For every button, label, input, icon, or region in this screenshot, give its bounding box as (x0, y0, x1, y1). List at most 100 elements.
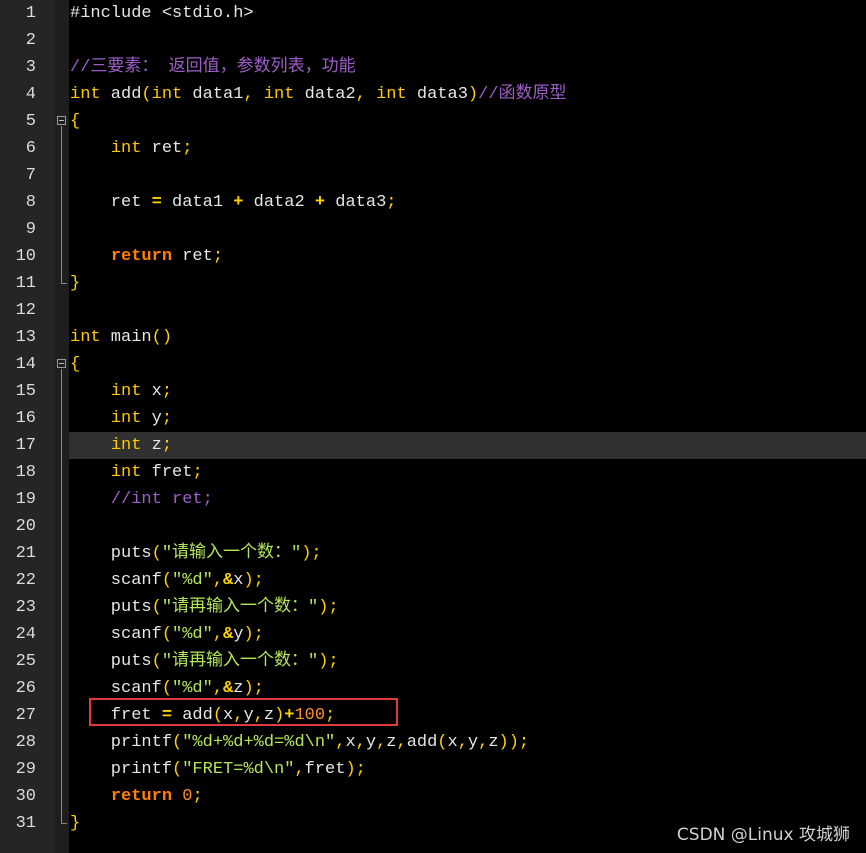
code-token: , (212, 625, 224, 644)
code-text[interactable]: int z; (70, 432, 172, 459)
code-token: y (365, 733, 377, 752)
code-text[interactable]: #include <stdio.h> (70, 0, 254, 27)
code-line[interactable]: 11} (0, 270, 866, 297)
code-line[interactable]: 20 (0, 513, 866, 540)
code-text[interactable]: { (70, 108, 80, 135)
code-text[interactable]: scanf("%d",&y); (70, 621, 264, 648)
code-token: ( (172, 760, 183, 779)
fold-toggle-icon[interactable] (57, 359, 66, 368)
code-line[interactable]: 2 (0, 27, 866, 54)
code-line[interactable]: 17 int z; (0, 432, 866, 459)
code-line[interactable]: 10 return ret; (0, 243, 866, 270)
code-line[interactable]: 30 return 0; (0, 783, 866, 810)
code-line[interactable]: 8 ret = data1 + data2 + data3; (0, 189, 866, 216)
code-token: "%d" (172, 571, 213, 590)
line-number: 21 (15, 544, 36, 563)
code-token: //int ret; (110, 490, 213, 509)
code-line[interactable]: 16 int y; (0, 405, 866, 432)
code-text[interactable]: int fret; (70, 459, 203, 486)
fold-toggle-icon[interactable] (57, 116, 66, 125)
code-text[interactable]: puts("请再输入一个数："); (70, 648, 339, 675)
code-text[interactable]: int main() (70, 324, 172, 351)
code-token: int (110, 409, 142, 428)
code-line[interactable]: 14 { (0, 351, 866, 378)
code-line[interactable]: 1 #include <stdio.h> (0, 0, 866, 27)
code-token: , (457, 733, 468, 752)
line-number: 28 (15, 733, 36, 752)
code-line[interactable]: 13 int main() (0, 324, 866, 351)
code-token: ); (318, 598, 339, 617)
code-text[interactable]: int ret; (70, 135, 193, 162)
code-text[interactable]: } (70, 810, 80, 837)
code-line[interactable]: 29 printf("FRET=%d\n",fret); (0, 756, 866, 783)
code-token: data2 (243, 193, 315, 212)
code-line[interactable]: 9 (0, 216, 866, 243)
code-token: printf (70, 733, 173, 752)
code-text[interactable]: return ret; (70, 243, 223, 270)
code-line[interactable]: 18 int fret; (0, 459, 866, 486)
code-token: () (151, 328, 173, 347)
code-text[interactable]: int add(int data1, int data2, int data3)… (70, 81, 567, 108)
fold-end-marker (61, 283, 67, 284)
code-line[interactable]: 22 scanf("%d",&x); (0, 567, 866, 594)
code-line[interactable]: 7 (0, 162, 866, 189)
code-line[interactable]: 23 puts("请再输入一个数："); (0, 594, 866, 621)
code-token: ; (212, 247, 224, 266)
code-token: "请再输入一个数：" (161, 598, 319, 617)
current-line-highlight (69, 432, 866, 459)
code-line[interactable]: 5{ (0, 108, 866, 135)
code-text[interactable]: { (70, 351, 80, 378)
code-text[interactable]: int x; (70, 378, 172, 405)
fold-end-marker (61, 823, 67, 824)
code-line[interactable]: 21 puts("请输入一个数："); (0, 540, 866, 567)
code-text[interactable]: return 0; (70, 783, 203, 810)
code-token: "请再输入一个数：" (161, 652, 319, 671)
code-line[interactable]: 4 int add(int data1, int data2, int data3… (0, 81, 866, 108)
code-token: int (376, 85, 407, 104)
code-token: , (243, 85, 254, 104)
code-token: ); (243, 679, 264, 698)
code-text[interactable]: //三要素： 返回值，参数列表，功能 (70, 54, 356, 81)
code-line[interactable]: 25 puts("请再输入一个数："); (0, 648, 866, 675)
code-token: "请输入一个数：" (161, 544, 302, 563)
code-line[interactable]: 3 //三要素： 返回值，参数列表，功能 (0, 54, 866, 81)
fold-guide (61, 126, 62, 283)
code-token: & (223, 679, 234, 698)
code-token: return (110, 247, 173, 266)
code-token: , (294, 760, 305, 779)
code-text[interactable]: ret = data1 + data2 + data3; (70, 189, 397, 216)
code-text[interactable]: printf("FRET=%d\n",fret); (70, 756, 366, 783)
line-number: 15 (15, 382, 36, 401)
code-line[interactable]: 24 scanf("%d",&y); (0, 621, 866, 648)
code-text[interactable]: scanf("%d",&x); (70, 567, 264, 594)
code-text[interactable]: } (70, 270, 80, 297)
code-token: add (100, 85, 142, 104)
code-text[interactable]: puts("请输入一个数："); (70, 540, 322, 567)
line-number: 10 (15, 247, 36, 266)
code-token: int (263, 85, 295, 104)
code-text[interactable]: puts("请再输入一个数："); (70, 594, 339, 621)
code-line[interactable]: 15 int x; (0, 378, 866, 405)
code-token: main (100, 328, 152, 347)
code-line[interactable]: 12 (0, 297, 866, 324)
code-text[interactable]: printf("%d+%d+%d=%d\n",x,y,z,add(x,y,z))… (70, 729, 529, 756)
code-line[interactable]: 28 printf("%d+%d+%d=%d\n",x,y,z,add(x,y,… (0, 729, 866, 756)
code-line[interactable]: 6 int ret; (0, 135, 866, 162)
code-token: z (386, 733, 397, 752)
code-token: #include <stdio.h> (70, 4, 254, 23)
code-text[interactable]: int y; (70, 405, 172, 432)
line-number: 23 (15, 598, 36, 617)
line-number: 13 (15, 328, 36, 347)
code-token: x (233, 571, 244, 590)
code-line[interactable]: 19 //int ret; (0, 486, 866, 513)
code-token: "%d" (172, 625, 213, 644)
code-token: puts (70, 652, 152, 671)
line-number: 11 (15, 274, 36, 293)
code-token: add (406, 733, 438, 752)
code-token: puts (70, 544, 152, 563)
code-token: ; (386, 193, 397, 212)
line-number: 25 (15, 652, 36, 671)
code-text[interactable]: //int ret; (70, 486, 213, 513)
